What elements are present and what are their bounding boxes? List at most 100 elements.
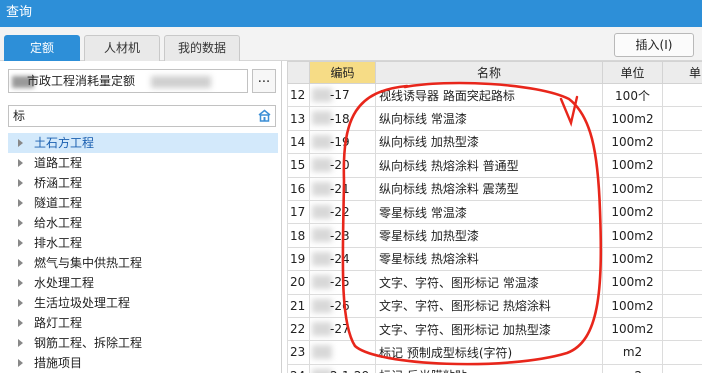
code-cell[interactable]: -23 [309, 223, 376, 248]
tree-item-rebar-demolition[interactable]: 钢筋工程、拆除工程 [8, 333, 278, 353]
row-number-cell[interactable]: 17 [287, 199, 310, 225]
code-cell[interactable] [309, 340, 376, 365]
table-row[interactable]: 14 -19 纵向标线 加热型漆 100m2 [287, 129, 702, 155]
expand-caret-icon[interactable] [18, 299, 23, 307]
name-cell[interactable]: 零星标线 热熔涂料 [375, 246, 603, 272]
unit-cell[interactable]: 100m2 [602, 270, 663, 295]
extra-cell[interactable] [662, 106, 702, 131]
name-cell[interactable]: 零星标线 常温漆 [375, 199, 603, 225]
name-cell[interactable]: 零星标线 加热型漆 [375, 223, 603, 248]
row-number-cell[interactable]: 13 [287, 106, 310, 131]
name-cell[interactable]: 标记 反光膜粘贴 [375, 363, 603, 373]
name-cell[interactable]: 纵向标线 热熔涂料 震荡型 [375, 176, 603, 201]
row-number-cell[interactable]: 14 [287, 129, 310, 155]
tree-item-water-treatment[interactable]: 水处理工程 [8, 273, 278, 293]
extra-cell[interactable] [662, 223, 702, 248]
row-number-cell[interactable]: 15 [287, 153, 310, 178]
unit-cell[interactable]: 100m2 [602, 176, 663, 201]
table-row[interactable]: 23 标记 预制成型标线(字符) m2 [287, 340, 702, 365]
table-row[interactable]: 21 -26 文字、字符、图形标记 热熔涂料 100m2 [287, 293, 702, 318]
table-row[interactable]: 16 -21 纵向标线 热熔涂料 震荡型 100m2 [287, 176, 702, 201]
more-button[interactable]: ... [252, 69, 276, 93]
row-number-cell[interactable]: 22 [287, 316, 310, 342]
code-cell[interactable]: -19 [309, 129, 376, 155]
library-select[interactable]: 市政工程消耗量定额 [8, 69, 248, 93]
expand-caret-icon[interactable] [18, 319, 23, 327]
unit-cell[interactable]: 100m2 [602, 223, 663, 248]
tree-item-bridge-culvert[interactable]: 桥涵工程 [8, 173, 278, 193]
extra-cell[interactable] [662, 270, 702, 295]
name-cell[interactable]: 纵向标线 加热型漆 [375, 129, 603, 155]
search-input[interactable]: 标 [8, 105, 276, 127]
home-search-icon[interactable] [257, 108, 272, 123]
code-cell[interactable]: -22 [309, 199, 376, 225]
unit-cell[interactable]: 100m2 [602, 199, 663, 225]
row-number-cell[interactable]: 23 [287, 340, 310, 365]
extra-cell[interactable] [662, 82, 702, 108]
code-cell[interactable]: -21 [309, 176, 376, 201]
unit-cell[interactable]: 100m2 [602, 129, 663, 155]
table-row[interactable]: 15 -20 纵向标线 热熔涂料 普通型 100m2 [287, 153, 702, 178]
expand-caret-icon[interactable] [18, 339, 23, 347]
row-number-cell[interactable]: 18 [287, 223, 310, 248]
name-cell[interactable]: 文字、字符、图形标记 热熔涂料 [375, 293, 603, 318]
name-cell[interactable]: 文字、字符、图形标记 加热型漆 [375, 316, 603, 342]
table-row[interactable]: 22 -27 文字、字符、图形标记 加热型漆 100m2 [287, 316, 702, 342]
expand-caret-icon[interactable] [18, 259, 23, 267]
expand-caret-icon[interactable] [18, 359, 23, 367]
table-row[interactable]: 18 -23 零星标线 加热型漆 100m2 [287, 223, 702, 248]
table-row[interactable]: 19 -24 零星标线 热熔涂料 100m2 [287, 246, 702, 272]
code-cell[interactable]: -17 [309, 82, 376, 108]
unit-cell[interactable]: 100m2 [602, 106, 663, 131]
row-number-cell[interactable]: 21 [287, 293, 310, 318]
tree-item-waste-treatment[interactable]: 生活垃圾处理工程 [8, 293, 278, 313]
expand-caret-icon[interactable] [18, 159, 23, 167]
expand-caret-icon[interactable] [18, 139, 23, 147]
tree-item-measures[interactable]: 措施项目 [8, 353, 278, 373]
code-cell[interactable]: -26 [309, 293, 376, 318]
name-cell[interactable]: 纵向标线 常温漆 [375, 106, 603, 131]
table-row[interactable]: 17 -22 零星标线 常温漆 100m2 [287, 199, 702, 225]
extra-cell[interactable] [662, 246, 702, 272]
tree-item-street-light[interactable]: 路灯工程 [8, 313, 278, 333]
code-cell[interactable]: -24 [309, 246, 376, 272]
expand-caret-icon[interactable] [18, 199, 23, 207]
row-number-cell[interactable]: 24 [287, 363, 310, 373]
unit-cell[interactable]: m2 [602, 340, 663, 365]
name-cell[interactable]: 文字、字符、图形标记 常温漆 [375, 270, 603, 295]
table-row[interactable]: 12 -17 视线诱导器 路面突起路标 100个 [287, 82, 702, 108]
extra-cell[interactable] [662, 316, 702, 342]
row-number-cell[interactable]: 12 [287, 82, 310, 108]
row-number-cell[interactable]: 16 [287, 176, 310, 201]
row-number-cell[interactable]: 20 [287, 270, 310, 295]
code-cell[interactable]: -25 [309, 270, 376, 295]
unit-cell[interactable]: 100m2 [602, 246, 663, 272]
extra-cell[interactable] [662, 153, 702, 178]
name-cell[interactable]: 视线诱导器 路面突起路标 [375, 82, 603, 108]
expand-caret-icon[interactable] [18, 219, 23, 227]
extra-cell[interactable] [662, 129, 702, 155]
insert-button[interactable]: 插入(I) [614, 33, 694, 57]
table-row[interactable]: 20 -25 文字、字符、图形标记 常温漆 100m2 [287, 270, 702, 295]
extra-cell[interactable] [662, 363, 702, 373]
tree-item-gas-heating[interactable]: 燃气与集中供热工程 [8, 253, 278, 273]
extra-cell[interactable] [662, 293, 702, 318]
code-cell[interactable]: 2-1-29 [309, 363, 376, 373]
unit-cell[interactable]: 100m2 [602, 153, 663, 178]
code-cell[interactable]: -20 [309, 153, 376, 178]
code-cell[interactable]: -27 [309, 316, 376, 342]
expand-caret-icon[interactable] [18, 239, 23, 247]
expand-caret-icon[interactable] [18, 179, 23, 187]
unit-cell[interactable]: 100m2 [602, 316, 663, 342]
tree-item-tunnel[interactable]: 隧道工程 [8, 193, 278, 213]
tree-item-road[interactable]: 道路工程 [8, 153, 278, 173]
col-header-unit[interactable]: 单位 [602, 61, 663, 84]
unit-cell[interactable]: m2 [602, 363, 663, 373]
col-header-name[interactable]: 名称 [375, 61, 603, 84]
unit-cell[interactable]: 100个 [602, 82, 663, 108]
table-row[interactable]: 24 2-1-29 标记 反光膜粘贴m2 [287, 363, 702, 373]
name-cell[interactable]: 纵向标线 热熔涂料 普通型 [375, 153, 603, 178]
extra-cell[interactable] [662, 176, 702, 201]
tree-item-water-supply[interactable]: 给水工程 [8, 213, 278, 233]
extra-cell[interactable] [662, 340, 702, 365]
